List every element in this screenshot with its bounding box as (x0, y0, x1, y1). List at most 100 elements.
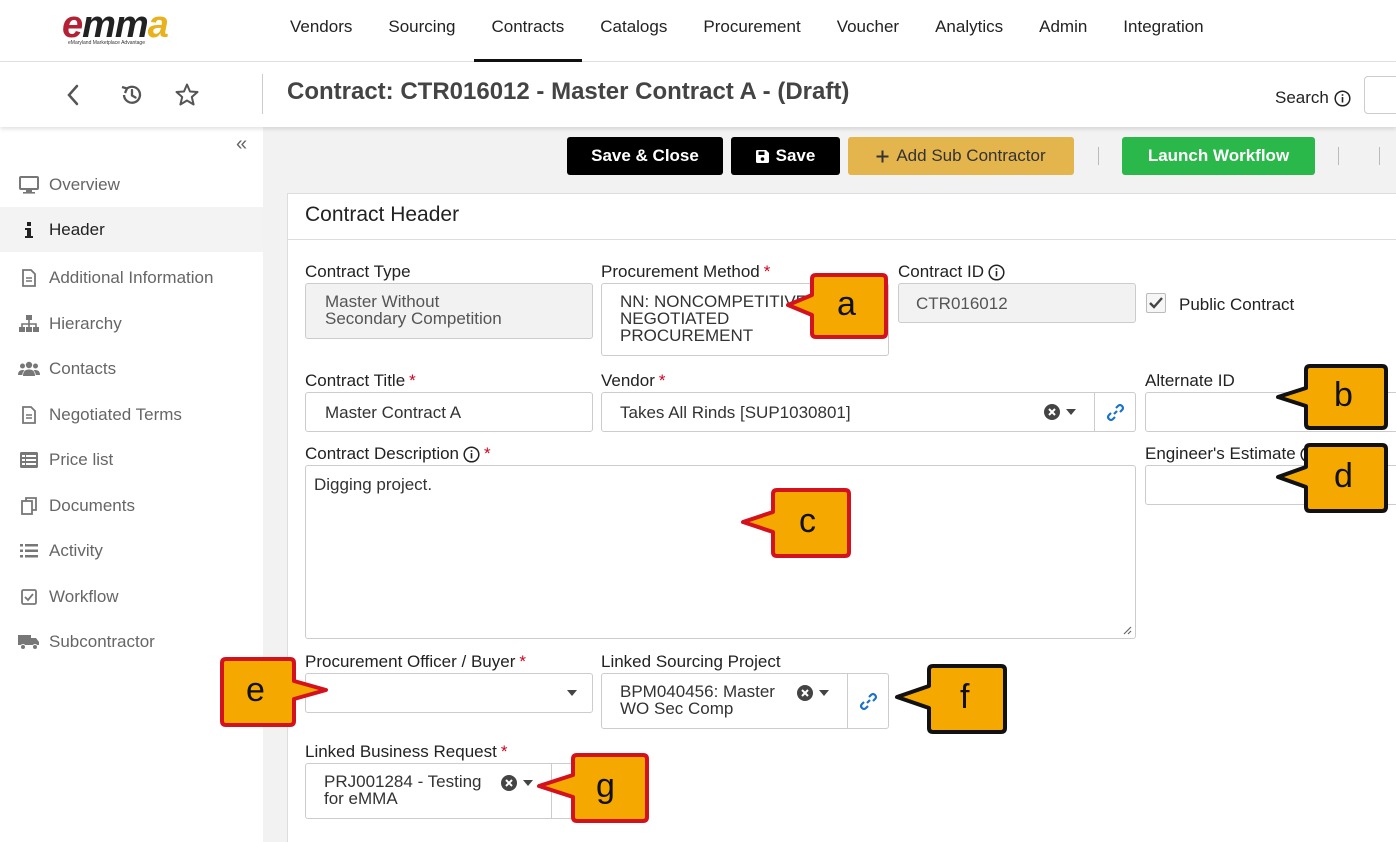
vendor-select[interactable]: Takes All Rinds [SUP1030801] (601, 392, 1136, 432)
contract-type-field: Master Without Secondary Competition (305, 283, 593, 339)
nav-catalogs[interactable]: Catalogs (582, 0, 685, 62)
procurement-method-line-3: PROCUREMENT (620, 326, 754, 345)
nav-admin[interactable]: Admin (1021, 0, 1105, 62)
callout-g: g (537, 751, 651, 825)
nav-voucher[interactable]: Voucher (819, 0, 917, 62)
sidebar: « Overview Header Additional Information… (0, 127, 263, 842)
callout-c-letter: c (799, 502, 816, 540)
linked-business-request-line-2: for eMMA (324, 789, 398, 808)
sidebar-item-contacts[interactable]: Contacts (0, 346, 263, 391)
sidebar-item-additional-information[interactable]: Additional Information (0, 255, 263, 300)
nav-procurement[interactable]: Procurement (685, 0, 818, 62)
info-icon[interactable] (1334, 89, 1351, 107)
main-content: Save & Close Save Add Sub Contractor Lau… (263, 127, 1396, 842)
contract-title-label-text: Contract Title (305, 371, 406, 390)
sidebar-item-documents[interactable]: Documents (0, 483, 263, 528)
linked-sourcing-project-select[interactable]: BPM040456: Master WO Sec Comp (601, 673, 889, 729)
sidebar-item-label: Documents (49, 495, 135, 515)
sidebar-item-label: Additional Information (49, 267, 214, 287)
save-close-button[interactable]: Save & Close (567, 137, 723, 175)
sidebar-item-label: Price list (49, 449, 114, 469)
sidebar-item-negotiated-terms[interactable]: Negotiated Terms (0, 392, 263, 437)
nav-sourcing[interactable]: Sourcing (370, 0, 473, 62)
divider (262, 74, 263, 114)
emma-logo[interactable]: emma eMaryland Marketplace Advantage (62, 4, 202, 50)
contract-title-label: Contract Title * (305, 371, 416, 391)
required-marker: * (658, 371, 666, 390)
contract-id-field: CTR016012 (898, 283, 1136, 323)
vendor-label: Vendor * (601, 371, 666, 391)
chevron-down-icon[interactable] (567, 690, 577, 696)
contract-type-line-2: Secondary Competition (325, 309, 502, 328)
sidebar-item-hierarchy[interactable]: Hierarchy (0, 301, 263, 346)
callout-e: e (218, 655, 330, 729)
contract-title-input[interactable]: Master Contract A (305, 392, 593, 432)
chevron-down-icon[interactable] (819, 690, 829, 696)
sidebar-item-activity[interactable]: Activity (0, 528, 263, 573)
chevron-down-icon[interactable] (523, 780, 533, 786)
callout-f: f (895, 662, 1009, 736)
back-icon[interactable] (58, 80, 88, 110)
clear-icon[interactable] (1044, 404, 1060, 420)
clear-icon[interactable] (797, 685, 813, 701)
callout-g-shape (537, 753, 649, 823)
nav-vendors[interactable]: Vendors (272, 0, 370, 62)
add-sub-contractor-button[interactable]: Add Sub Contractor (848, 137, 1074, 175)
alternate-id-label-text: Alternate ID (1145, 371, 1235, 390)
sidebar-item-workflow[interactable]: Workflow (0, 574, 263, 619)
hierarchy-icon (18, 314, 40, 333)
search-label-text: Search (1275, 88, 1329, 107)
collapse-sidebar-icon[interactable]: « (236, 133, 247, 156)
truck-icon (18, 634, 40, 650)
card-divider (288, 239, 1396, 240)
logo-tagline: eMaryland Marketplace Advantage (68, 40, 145, 46)
contract-description-textarea[interactable]: Digging project. (305, 465, 1136, 639)
contract-type-label: Contract Type (305, 262, 411, 282)
activity-list-icon (18, 543, 40, 558)
history-icon[interactable] (117, 80, 147, 110)
sourcing-link-button[interactable] (847, 674, 889, 728)
linked-sourcing-project-label: Linked Sourcing Project (601, 652, 781, 672)
sidebar-item-label: Subcontractor (49, 631, 155, 651)
list-icon (18, 451, 40, 468)
required-marker: * (484, 444, 491, 463)
alternate-id-label: Alternate ID (1145, 371, 1235, 391)
clear-icon[interactable] (501, 775, 517, 791)
callout-e-shape (220, 657, 328, 727)
page-header-bar: Contract: CTR016012 - Master Contract A … (0, 62, 1396, 127)
public-contract-checkbox[interactable] (1146, 293, 1166, 313)
required-marker: * (500, 742, 508, 761)
checkbox-icon (18, 588, 40, 605)
callout-e-letter: e (246, 671, 265, 709)
page-title: Contract: CTR016012 - Master Contract A … (287, 78, 850, 105)
launch-workflow-button[interactable]: Launch Workflow (1122, 137, 1315, 175)
public-contract-label-text: Public Contract (1179, 295, 1295, 314)
chevron-down-icon[interactable] (1066, 409, 1076, 415)
nav-integration[interactable]: Integration (1105, 0, 1221, 62)
sidebar-item-overview[interactable]: Overview (0, 162, 263, 207)
callout-g-letter: g (596, 767, 615, 805)
search-input[interactable] (1364, 76, 1396, 114)
nav-contracts[interactable]: Contracts (473, 0, 583, 62)
public-contract-label: Public Contract (1179, 295, 1294, 315)
required-marker: * (409, 371, 416, 390)
callout-b-shape (1276, 364, 1388, 430)
linked-sourcing-project-line-2: WO Sec Comp (620, 699, 734, 718)
sidebar-item-header[interactable]: Header (0, 207, 263, 252)
callout-c-shape (741, 488, 851, 558)
toolbar-divider (1098, 147, 1099, 165)
info-icon[interactable] (463, 445, 480, 463)
procurement-method-line-2: NEGOTIATED (620, 309, 730, 328)
nav-analytics[interactable]: Analytics (917, 0, 1021, 62)
procurement-officer-select[interactable] (305, 673, 593, 713)
procurement-method-label: Procurement Method * (601, 262, 770, 282)
star-icon[interactable] (172, 80, 202, 110)
sidebar-item-price-list[interactable]: Price list (0, 437, 263, 482)
linked-sourcing-project-label-text: Linked Sourcing Project (601, 652, 781, 671)
contract-id-label-text: Contract ID (898, 262, 984, 281)
save-button[interactable]: Save (731, 137, 840, 175)
info-icon[interactable] (988, 263, 1005, 281)
resize-handle-icon[interactable] (1123, 626, 1132, 635)
sidebar-item-label: Contacts (49, 358, 117, 378)
vendor-link-button[interactable] (1094, 393, 1136, 431)
